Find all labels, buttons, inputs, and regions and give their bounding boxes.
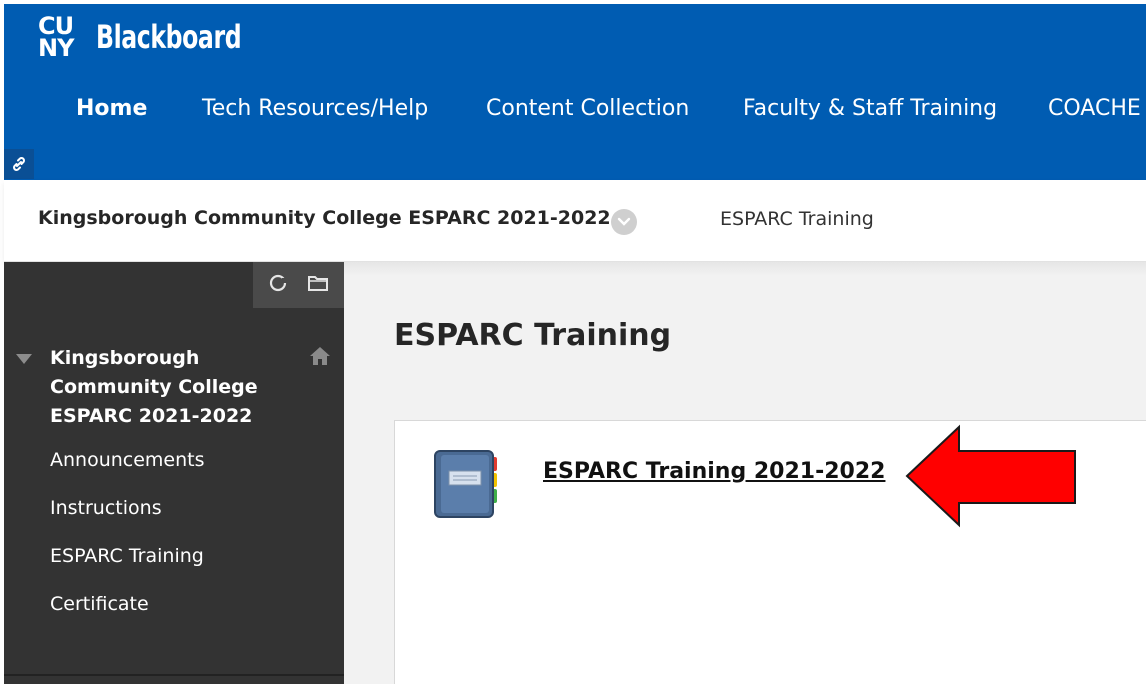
sidebar-item-instructions[interactable]: Instructions — [50, 497, 162, 519]
chevron-down-icon — [617, 217, 631, 226]
folder-view-icon[interactable] — [306, 272, 330, 298]
nav-tab-coache[interactable]: COACHE — [1048, 96, 1141, 121]
page-title: ESPARC Training — [394, 318, 672, 353]
breadcrumb-current-page: ESPARC Training — [720, 208, 874, 230]
sidebar-item-certificate[interactable]: Certificate — [50, 593, 149, 615]
course-menu-tools — [253, 262, 344, 308]
nav-tab-content-collection[interactable]: Content Collection — [486, 96, 689, 121]
logo-mark-bottom: NY — [38, 34, 74, 62]
home-icon[interactable] — [308, 345, 332, 371]
blackboard-logo[interactable]: CU NY Blackboard — [38, 12, 273, 62]
cuny-logo-mark: CU NY — [38, 12, 88, 62]
nav-tab-tech-resources[interactable]: Tech Resources/Help — [202, 96, 428, 121]
sidebar-item-esparc-training[interactable]: ESPARC Training — [50, 545, 204, 567]
quick-links-button[interactable] — [4, 149, 34, 179]
brand-name: Blackboard — [96, 18, 242, 56]
content-item-panel: ESPARC Training 2021-2022 — [394, 420, 1146, 684]
red-arrow-annotation — [903, 423, 1079, 533]
course-menu-title[interactable]: Kingsborough Community College ESPARC 20… — [50, 344, 280, 431]
link-icon — [13, 157, 25, 171]
breadcrumb-dropdown-button[interactable] — [611, 209, 637, 235]
collapse-caret-icon[interactable] — [16, 354, 32, 364]
content-top-shadow — [344, 262, 1146, 276]
breadcrumb: Kingsborough Community College ESPARC 20… — [4, 180, 1146, 262]
nav-tab-faculty-staff-training[interactable]: Faculty & Staff Training — [743, 96, 997, 121]
main-content: ESPARC Training ESPARC Training 2021-202… — [344, 262, 1146, 684]
notebook-icon — [431, 447, 503, 525]
top-header: CU NY Blackboard Home Tech Resources/Hel… — [4, 4, 1146, 180]
refresh-icon[interactable] — [267, 272, 289, 298]
sidebar-divider — [4, 674, 344, 676]
sidebar-item-announcements[interactable]: Announcements — [50, 449, 205, 471]
nav-tab-home[interactable]: Home — [76, 96, 147, 121]
course-menu: Kingsborough Community College ESPARC 20… — [4, 262, 344, 684]
breadcrumb-course[interactable]: Kingsborough Community College ESPARC 20… — [38, 207, 611, 229]
content-item-link[interactable]: ESPARC Training 2021-2022 — [543, 459, 885, 484]
